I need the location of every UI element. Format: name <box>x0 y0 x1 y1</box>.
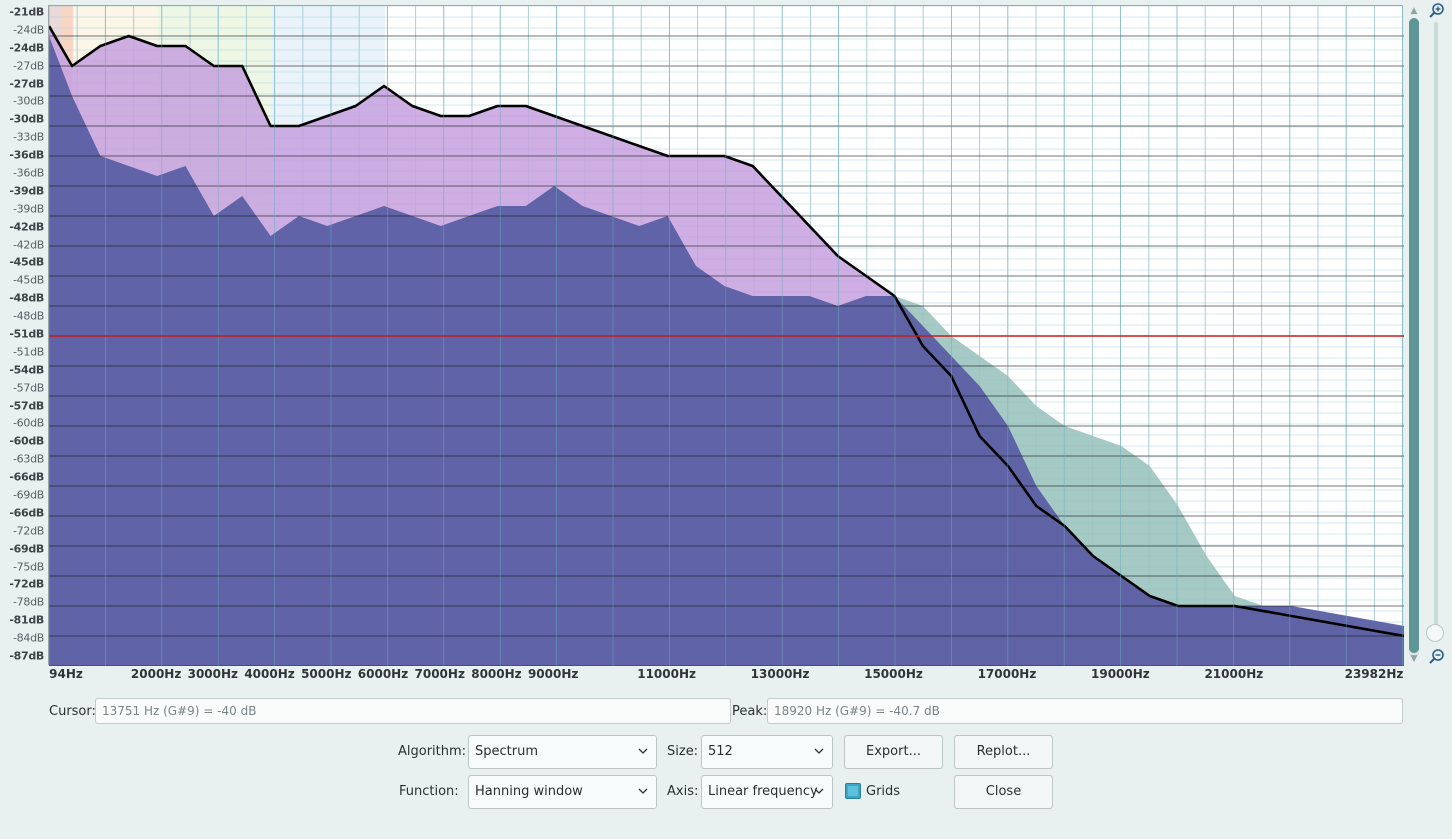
size-select[interactable]: 512 <box>701 735 833 769</box>
y-axis-tick-label: -39dB <box>9 184 44 198</box>
y-axis-tick-label: -60dB <box>9 434 44 448</box>
x-axis-labels: 94Hz 2000Hz 3000Hz 4000Hz 5000Hz 6000Hz 7000Hz… <box>0 667 1452 687</box>
size-label: Size: <box>667 744 699 759</box>
vertical-scrollbar[interactable] <box>1408 18 1420 658</box>
chevron-down-icon <box>814 748 824 754</box>
x-axis-tick-label: 23982Hz <box>1344 667 1404 681</box>
y-axis-tick-label: -84dB <box>13 631 44 645</box>
zoom-out-icon[interactable] <box>1428 648 1446 666</box>
x-axis-tick-label: 15000Hz <box>864 667 923 681</box>
y-axis-tick-label: -51dB <box>9 327 44 341</box>
peak-label: Peak: <box>732 704 768 719</box>
y-axis-tick-label: -66dB <box>9 470 44 484</box>
peak-readout-field: 18920 Hz (G#9) = -40.7 dB <box>767 698 1403 724</box>
cursor-readout-field: 13751 Hz (G#9) = -40 dB <box>95 698 731 724</box>
x-axis-tick-label: 9000Hz <box>527 667 579 681</box>
close-button[interactable]: Close <box>954 775 1053 809</box>
zoom-in-icon[interactable] <box>1428 2 1446 20</box>
axis-label: Axis: <box>667 784 699 799</box>
y-axis-tick-label: -33dB <box>13 130 44 144</box>
cursor-label: Cursor: <box>49 704 96 719</box>
y-axis-tick-label: -30dB <box>9 112 44 126</box>
x-axis-tick-label: 2000Hz <box>130 667 182 681</box>
chevron-down-icon <box>814 788 824 794</box>
algorithm-select[interactable]: Spectrum <box>468 735 657 769</box>
axis-select[interactable]: Linear frequency <box>701 775 833 809</box>
y-axis-tick-label: -63dB <box>13 452 44 466</box>
y-axis-tick-label: -72dB <box>9 577 44 591</box>
function-select-value: Hanning window <box>475 784 583 799</box>
x-axis-tick-label: 21000Hz <box>1204 667 1264 681</box>
y-axis-tick-label: -27dB <box>9 77 44 91</box>
y-axis-tick-label: -75dB <box>13 560 44 574</box>
y-axis-tick-label: -21dB <box>9 5 44 19</box>
scrollbar-thumb[interactable] <box>1409 18 1419 653</box>
x-axis-tick-label: 13000Hz <box>750 667 810 681</box>
scroll-down-icon[interactable]: ▼ <box>1408 654 1420 664</box>
y-axis-tick-label: -57dB <box>13 381 44 395</box>
y-axis-tick-label: -42dB <box>13 238 44 252</box>
y-axis-tick-label: -36dB <box>13 166 44 180</box>
x-axis-tick-label: 6000Hz <box>357 667 409 681</box>
replot-button[interactable]: Replot... <box>954 735 1053 769</box>
y-axis-tick-label: -81dB <box>9 613 44 627</box>
y-axis-tick-label: -54dB <box>9 363 44 377</box>
algorithm-label: Algorithm: <box>398 744 467 759</box>
x-axis-tick-label: 19000Hz <box>1091 667 1150 681</box>
size-select-value: 512 <box>708 744 733 759</box>
chevron-down-icon <box>638 788 648 794</box>
scroll-up-icon[interactable]: ▲ <box>1408 6 1420 16</box>
y-axis-tick-label: -45dB <box>9 255 44 269</box>
x-axis-tick-label: 94Hz <box>49 667 83 681</box>
x-axis-tick-label: 17000Hz <box>977 667 1037 681</box>
spectrum-plot[interactable] <box>48 5 1404 666</box>
y-axis-tick-label: -87dB <box>9 649 44 663</box>
grids-checkbox[interactable] <box>845 783 861 799</box>
y-axis-tick-label: -66dB <box>9 506 44 520</box>
x-axis-tick-label: 7000Hz <box>414 667 465 681</box>
y-axis-tick-label: -24dB <box>9 41 44 55</box>
y-axis-tick-label: -69dB <box>9 542 44 556</box>
y-axis-tick-label: -24dB <box>13 23 44 37</box>
y-axis-tick-label: -36dB <box>9 148 44 162</box>
y-axis-tick-label: -57dB <box>9 399 44 413</box>
y-axis-tick-label: -42dB <box>9 220 44 234</box>
y-axis-tick-label: -27dB <box>13 59 44 73</box>
export-button[interactable]: Export... <box>844 735 943 769</box>
y-axis-tick-label: -48dB <box>9 291 44 305</box>
x-axis-tick-label: 4000Hz <box>244 667 295 681</box>
x-axis-tick-label: 5000Hz <box>301 667 352 681</box>
y-axis-tick-label: -45dB <box>13 273 44 287</box>
y-axis-tick-label: -30dB <box>13 94 44 108</box>
y-axis-tick-label: -51dB <box>13 345 44 359</box>
zoom-slider-track[interactable] <box>1434 22 1438 627</box>
y-axis-tick-label: -69dB <box>13 488 44 502</box>
y-axis-tick-label: -72dB <box>13 524 44 538</box>
function-select[interactable]: Hanning window <box>468 775 657 809</box>
spectrum-svg <box>49 6 1404 666</box>
x-axis-tick-label: 3000Hz <box>187 667 239 681</box>
y-axis-labels: -21dB -24dB -24dB -27dB -27dB -30dB -30dB -33dB… <box>0 0 48 670</box>
y-axis-tick-label: -39dB <box>13 202 44 216</box>
y-axis-tick-label: -78dB <box>13 595 44 609</box>
zoom-slider-handle[interactable] <box>1426 624 1444 642</box>
x-axis-tick-label: 8000Hz <box>471 667 522 681</box>
function-label: Function: <box>399 784 459 799</box>
x-axis-tick-label: 11000Hz <box>637 667 696 681</box>
y-axis-tick-label: -48dB <box>13 309 44 323</box>
axis-select-value: Linear frequency <box>708 784 818 799</box>
y-axis-tick-label: -60dB <box>13 416 44 430</box>
grids-label[interactable]: Grids <box>866 784 900 799</box>
chevron-down-icon <box>638 748 648 754</box>
algorithm-select-value: Spectrum <box>475 744 538 759</box>
